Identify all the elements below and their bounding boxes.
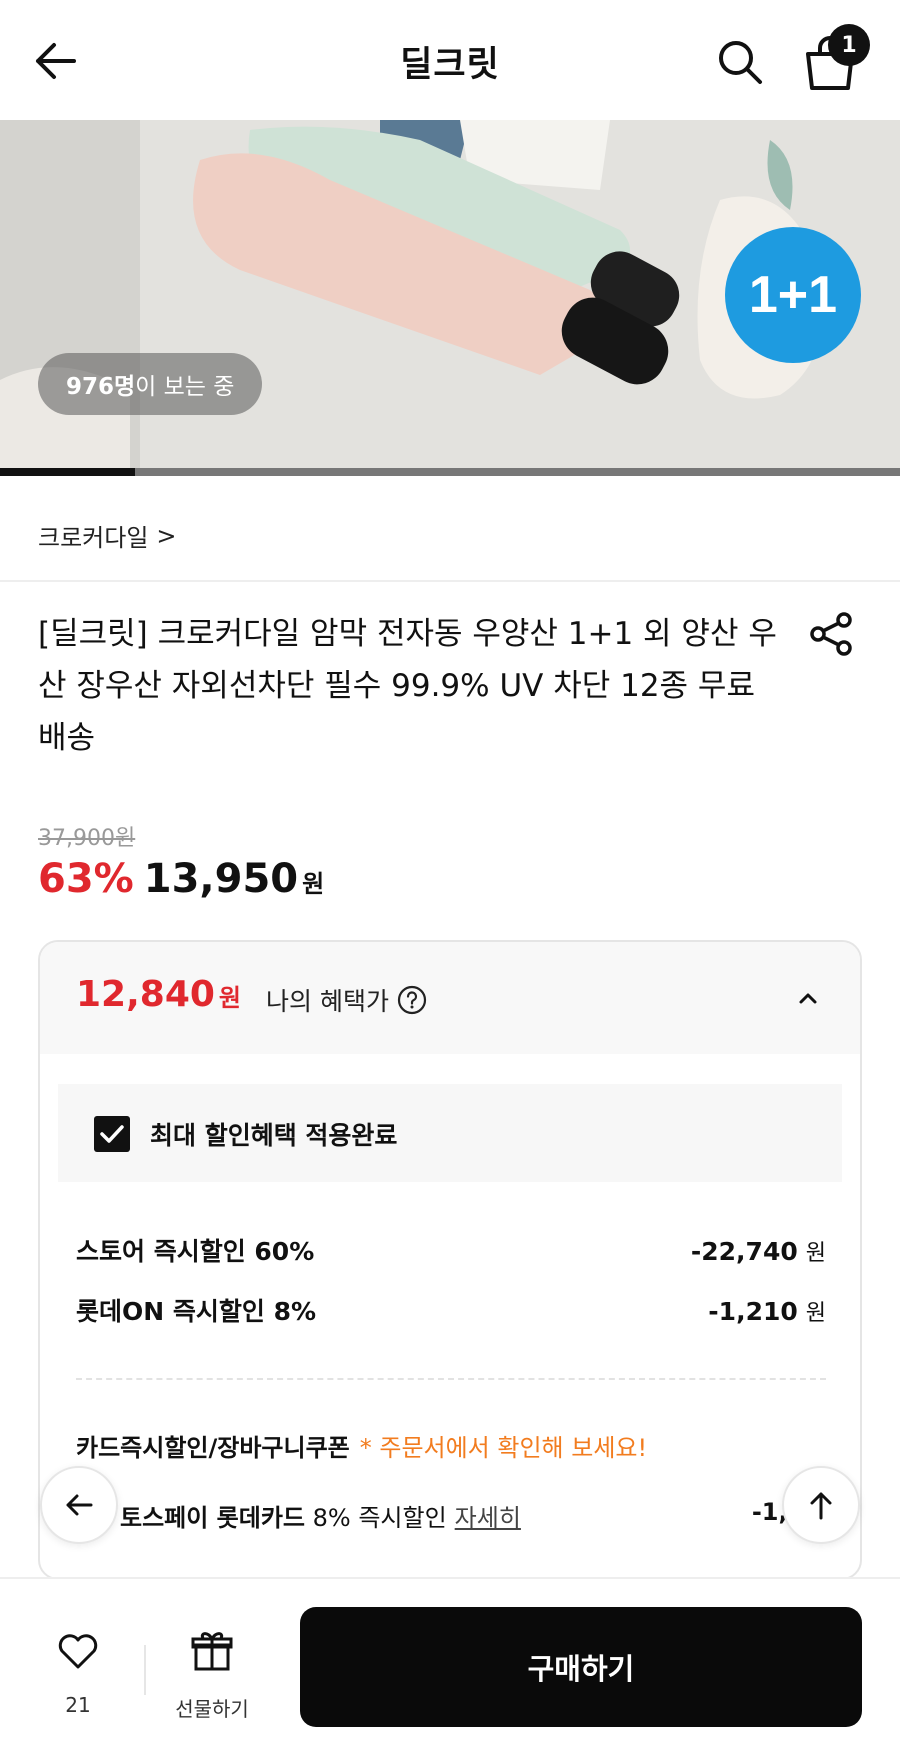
benefit-price: 12,840 원	[76, 974, 241, 1015]
bottom-action-bar: 21 선물하기 구매하기	[0, 1577, 900, 1755]
toss-discount-row: 토스페이 롯데카드 8% 즉시할인자세히 -1,11(	[120, 1498, 832, 1533]
share-icon[interactable]	[808, 610, 856, 658]
price-unit: 원	[302, 870, 325, 898]
benefit-label: 나의 혜택가	[266, 987, 389, 1016]
benefit-price-value: 12,840	[76, 974, 215, 1015]
toss-discount-label: 토스페이 롯데카드 8% 즉시할인 자세히	[120, 1504, 521, 1532]
buy-button[interactable]: 구매하기	[300, 1607, 862, 1727]
search-icon[interactable]	[714, 36, 766, 88]
discount-row-lotteon: 롯데ON 즉시할인 8% -1,210 원	[76, 1292, 826, 1328]
gift-button[interactable]: 선물하기	[162, 1629, 262, 1729]
arrow-up-icon	[810, 1492, 832, 1520]
top-header: 딜크릿 1	[0, 0, 900, 120]
discount-amount: -1,210 원	[708, 1297, 826, 1326]
discount-row-store: 스토어 즉시할인 60% -22,740 원	[76, 1232, 826, 1268]
bar-separator	[144, 1645, 146, 1695]
section-divider	[0, 580, 900, 582]
gift-icon	[191, 1632, 233, 1671]
benefit-panel: 12,840 원 나의 혜택가 최대 할인혜택 적용완료 스토어 즉시할인 60%…	[38, 940, 862, 1580]
dashed-divider	[76, 1378, 826, 1380]
discount-name: 롯데ON 즉시할인 8%	[76, 1297, 317, 1326]
price-row: 63% 13,950 원	[38, 856, 324, 902]
product-image-carousel[interactable]: 1+1 976명 이 보는 중	[0, 120, 900, 476]
brand-name: 크로커다일	[38, 524, 149, 552]
carousel-progress-track	[0, 468, 900, 476]
product-title: [딜크릿] 크로커다일 암막 전자동 우양산 1+1 외 양산 우산 장우산 자…	[38, 616, 777, 756]
viewers-count: 976명	[66, 374, 136, 400]
original-price: 37,900원	[38, 826, 136, 851]
discount-name: 스토어 즉시할인 60%	[76, 1237, 315, 1266]
scroll-top-button[interactable]	[782, 1466, 860, 1544]
benefit-label-group: 나의 혜택가	[266, 982, 427, 1018]
card-discount-note: * 주문서에서 확인해 보세요!	[359, 1434, 648, 1462]
carousel-progress-fill	[0, 468, 135, 476]
like-count: 21	[65, 1693, 91, 1717]
chevron-up-icon[interactable]	[788, 978, 828, 1018]
benefit-header[interactable]: 12,840 원 나의 혜택가	[40, 942, 860, 1054]
chevron-right-icon: >	[156, 521, 177, 550]
max-discount-label: 최대 할인혜택 적용완료	[150, 1121, 398, 1150]
viewers-count-pill: 976명 이 보는 중	[38, 353, 263, 415]
prev-arrow-button[interactable]	[40, 1466, 118, 1544]
one-plus-one-badge-text: 1+1	[749, 266, 837, 324]
gift-label: 선물하기	[175, 1697, 249, 1721]
heart-icon	[58, 1634, 98, 1669]
help-circle-icon[interactable]	[397, 985, 427, 1015]
brand-link[interactable]: 크로커다일 >	[38, 518, 177, 553]
discount-amount: -22,740 원	[690, 1237, 826, 1266]
benefit-price-unit: 원	[218, 984, 242, 1012]
discount-rate: 63%	[38, 856, 134, 902]
sale-price: 13,950	[143, 856, 299, 902]
like-button[interactable]: 21	[38, 1631, 118, 1721]
max-discount-row[interactable]: 최대 할인혜택 적용완료	[58, 1084, 842, 1182]
max-discount-checkbox[interactable]	[94, 1116, 130, 1152]
details-link[interactable]: 자세히	[455, 1504, 521, 1532]
product-photo: 1+1	[0, 120, 900, 476]
card-discount-section-title: 카드즉시할인/장바구니쿠폰 * 주문서에서 확인해 보세요!	[76, 1434, 648, 1462]
viewers-suffix: 이 보는 중	[135, 374, 235, 400]
cart-count-badge: 1	[828, 24, 870, 66]
arrow-left-icon	[66, 1494, 93, 1516]
